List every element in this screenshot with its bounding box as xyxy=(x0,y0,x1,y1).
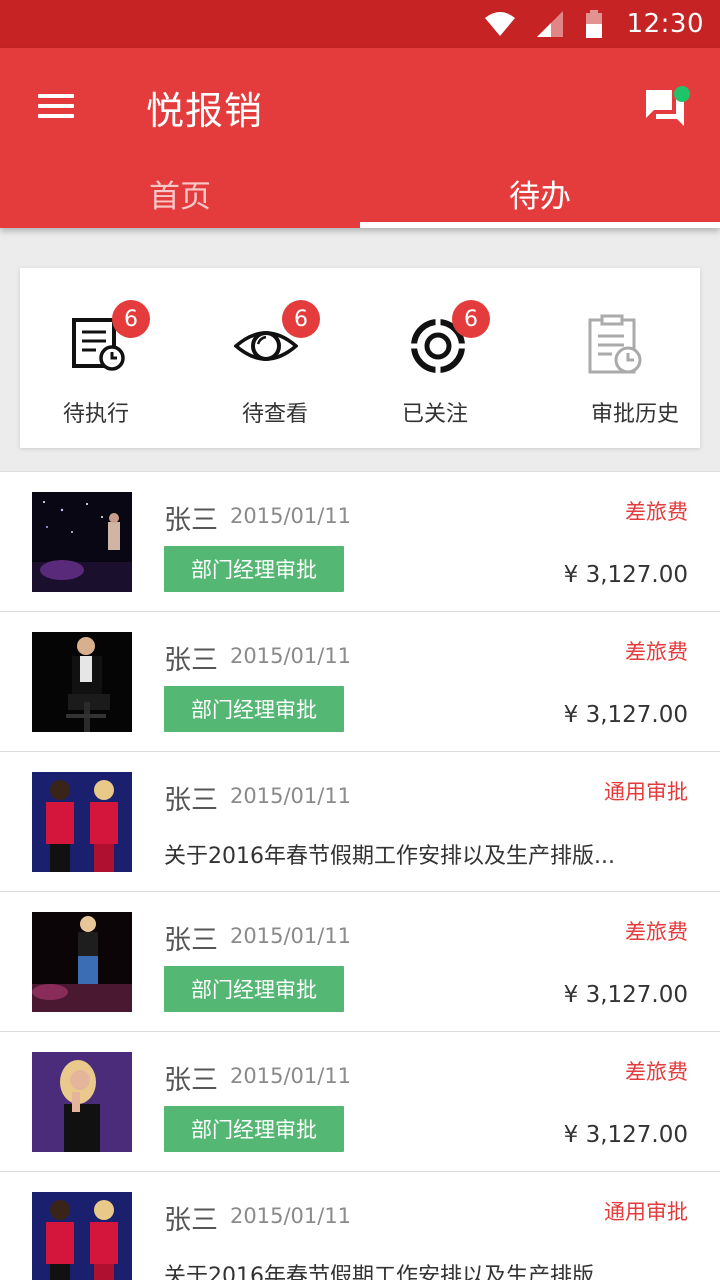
quick-item-pending-execution[interactable]: 6 待执行 xyxy=(20,268,190,448)
thumbnail-image xyxy=(32,912,132,1012)
app-title: 悦报销 xyxy=(146,89,264,133)
list-item[interactable]: 张三 2015/01/11 部门经理审批 差旅费 ¥ 3,127.00 xyxy=(0,471,720,611)
history-clipboard-icon xyxy=(588,314,642,374)
amount: ¥ 3,127.00 xyxy=(563,702,688,728)
expense-type: 通用审批 xyxy=(604,1200,688,1224)
status-bar: 12:30 xyxy=(0,0,720,48)
badge-count: 6 xyxy=(112,300,150,338)
submit-date: 2015/01/11 xyxy=(230,504,352,528)
item-description: 关于2016年春节假期工作安排以及生产排版 xyxy=(164,1264,594,1280)
quick-item-label: 待执行 xyxy=(62,402,129,427)
thumbnail-image xyxy=(32,1192,132,1280)
badge-count: 6 xyxy=(282,300,320,338)
applicant-name: 张三 xyxy=(164,1205,218,1236)
menu-button[interactable] xyxy=(28,78,84,134)
applicant-name: 张三 xyxy=(164,645,218,676)
submit-date: 2015/01/11 xyxy=(230,644,352,668)
badge-count: 6 xyxy=(452,300,490,338)
approval-stage-tag: 部门经理审批 xyxy=(164,686,344,732)
tab-home[interactable]: 首页 xyxy=(0,158,360,228)
thumbnail-image xyxy=(32,632,132,732)
expense-type: 差旅费 xyxy=(625,640,688,664)
thumbnail-image xyxy=(32,492,132,592)
cellular-signal-icon xyxy=(536,11,563,37)
quick-item-label: 已关注 xyxy=(401,402,468,427)
item-description: 关于2016年春节假期工作安排以及生产排版... xyxy=(164,844,615,869)
quick-item-label: 待查看 xyxy=(241,402,308,427)
list-item[interactable]: 张三 2015/01/11 部门经理审批 差旅费 ¥ 3,127.00 xyxy=(0,1031,720,1171)
thumbnail-image xyxy=(32,772,132,872)
submit-date: 2015/01/11 xyxy=(230,924,352,948)
approval-list: 张三 2015/01/11 部门经理审批 差旅费 ¥ 3,127.00 张三 2… xyxy=(0,471,720,1280)
expense-type: 差旅费 xyxy=(625,500,688,524)
menu-icon xyxy=(38,94,74,98)
submit-date: 2015/01/11 xyxy=(230,1064,352,1088)
applicant-name: 张三 xyxy=(164,1065,218,1096)
list-item[interactable]: 张三 2015/01/11 部门经理审批 差旅费 ¥ 3,127.00 xyxy=(0,891,720,1031)
tab-todo[interactable]: 待办 xyxy=(360,158,720,228)
amount: ¥ 3,127.00 xyxy=(563,562,688,588)
submit-date: 2015/01/11 xyxy=(230,1204,352,1228)
expense-type: 差旅费 xyxy=(625,1060,688,1084)
quick-item-to-view[interactable]: 6 待查看 xyxy=(190,268,360,448)
thumbnail-image xyxy=(32,1052,132,1152)
submit-date: 2015/01/11 xyxy=(230,784,352,808)
quick-item-approval-history[interactable]: 审批历史 xyxy=(530,268,700,448)
applicant-name: 张三 xyxy=(164,505,218,536)
status-time: 12:30 xyxy=(626,9,704,39)
quick-item-label: 审批历史 xyxy=(590,402,679,427)
unread-dot xyxy=(674,86,690,102)
app-bar: 悦报销 首页 待办 xyxy=(0,48,720,228)
applicant-name: 张三 xyxy=(164,925,218,956)
approval-stage-tag: 部门经理审批 xyxy=(164,1106,344,1152)
applicant-name: 张三 xyxy=(164,785,218,816)
approval-stage-tag: 部门经理审批 xyxy=(164,966,344,1012)
quick-item-followed[interactable]: 6 已关注 xyxy=(360,268,530,448)
amount: ¥ 3,127.00 xyxy=(563,982,688,1008)
expense-type: 通用审批 xyxy=(604,780,688,804)
battery-icon xyxy=(585,10,603,38)
list-item[interactable]: 张三 2015/01/11 部门经理审批 差旅费 ¥ 3,127.00 xyxy=(0,611,720,751)
approval-stage-tag: 部门经理审批 xyxy=(164,546,344,592)
expense-type: 差旅费 xyxy=(625,920,688,944)
list-item[interactable]: 张三 2015/01/11 关于2016年春节假期工作安排以及生产排版 通用审批 xyxy=(0,1171,720,1280)
wifi-icon xyxy=(484,12,515,36)
tab-bar: 首页 待办 xyxy=(0,158,720,228)
quick-access-panel: 6 待执行 6 待查看 6 已关注 审批历史 xyxy=(20,268,700,448)
amount: ¥ 3,127.00 xyxy=(563,1122,688,1148)
list-item[interactable]: 张三 2015/01/11 关于2016年春节假期工作安排以及生产排版... 通… xyxy=(0,751,720,891)
